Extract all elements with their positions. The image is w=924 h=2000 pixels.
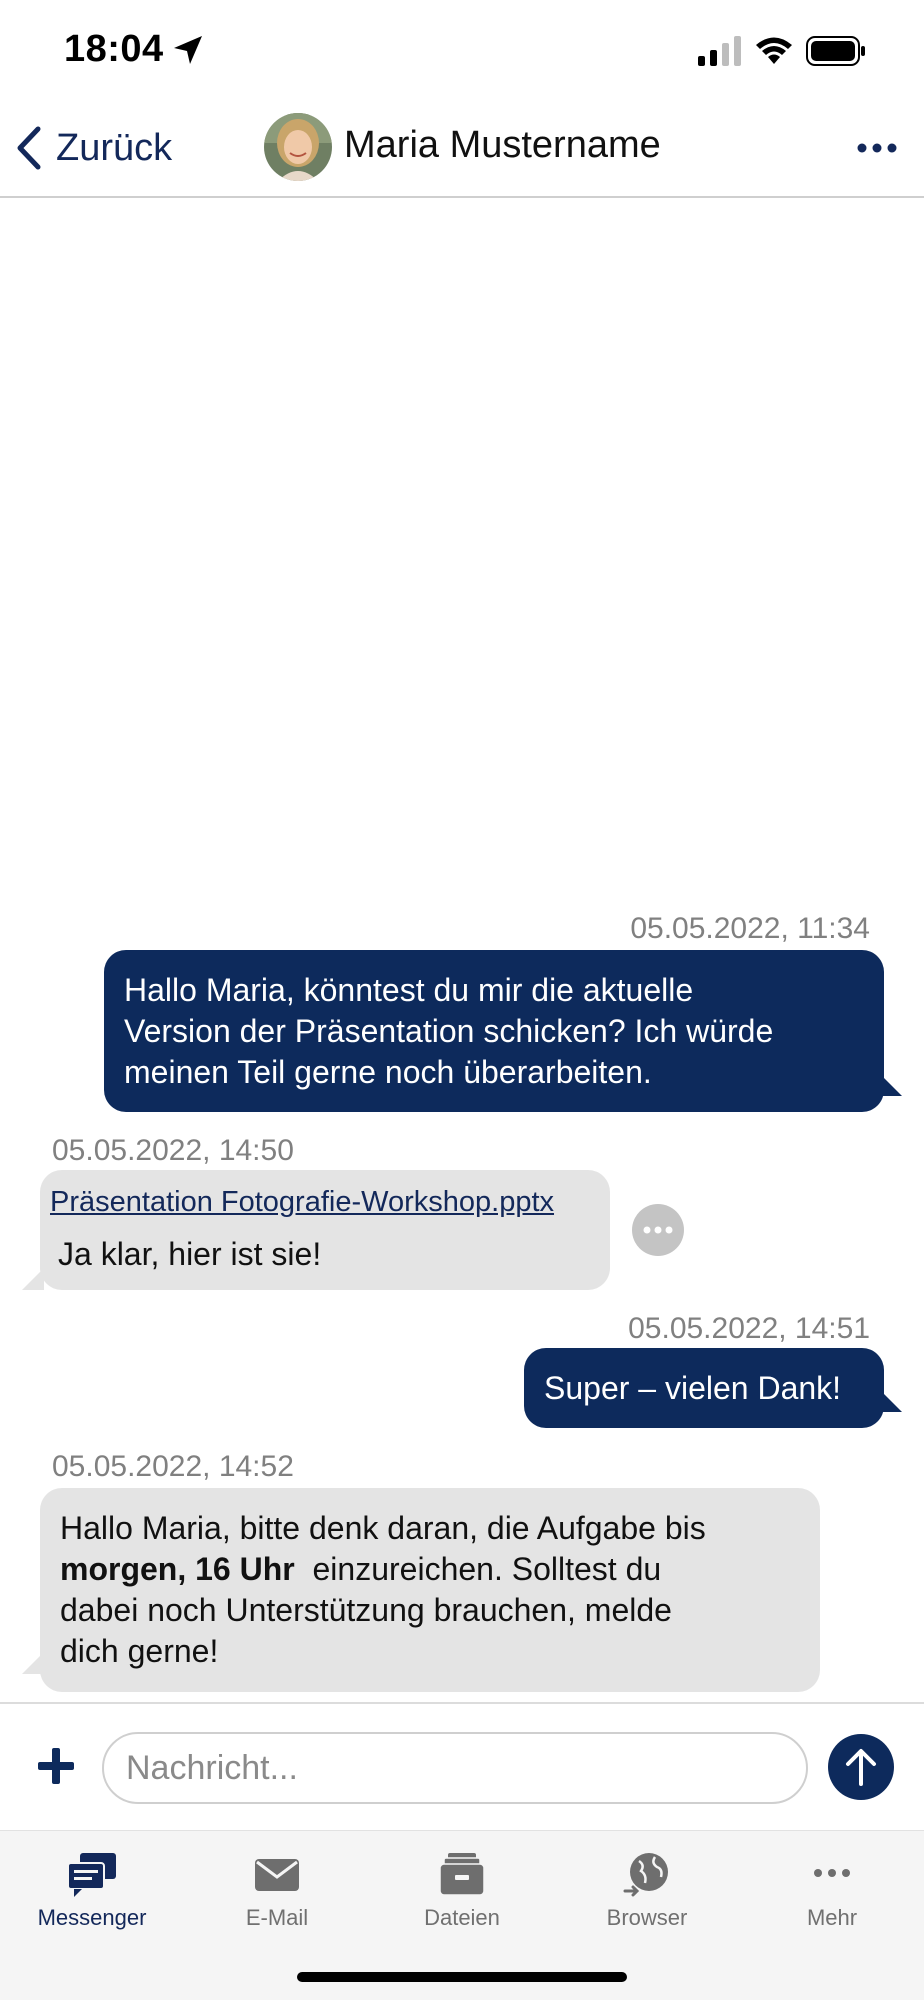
avatar-photo <box>264 113 332 181</box>
battery-icon <box>806 36 865 66</box>
more-options-icon[interactable] <box>852 128 902 168</box>
message-timestamp: 05.05.2022, 11:34 <box>630 912 870 945</box>
tab-label: Browser <box>606 1905 688 1930</box>
plus-icon[interactable] <box>34 1744 78 1788</box>
files-icon <box>439 1853 485 1896</box>
tab-email[interactable]: E-Mail <box>185 1831 369 1941</box>
message-input[interactable] <box>102 1732 808 1804</box>
outgoing-message[interactable]: Hallo Maria, könntest du mir die aktuell… <box>104 950 884 1112</box>
avatar[interactable] <box>264 113 332 181</box>
contact-name[interactable]: Maria Mustername <box>344 124 661 167</box>
message-timestamp: 05.05.2022, 14:51 <box>628 1312 870 1345</box>
tab-label: Messenger <box>37 1905 147 1930</box>
mail-icon <box>255 1859 299 1891</box>
attachment-link[interactable]: Präsentation Fotografie-Workshop.pptx <box>50 1184 600 1220</box>
attachment-options-button[interactable] <box>632 1204 684 1256</box>
message-text: meinen Teil gerne noch überarbeiten. <box>124 1054 652 1090</box>
status-time: 18:04 <box>64 28 164 70</box>
tab-label: Mehr <box>806 1905 858 1930</box>
messenger-icon <box>67 1853 116 1897</box>
message-text: Hallo Maria, könntest du mir die aktuell… <box>124 972 694 1008</box>
message-text-line: morgen, 16 Uhr einzureichen. Solltest du <box>60 1549 800 1590</box>
message-bold-text: morgen, 16 Uhr <box>60 1551 295 1587</box>
cellular-signal-icon <box>698 36 741 66</box>
incoming-message[interactable]: Präsentation Fotografie-Workshop.pptx Ja… <box>40 1170 610 1290</box>
tab-more[interactable]: Mehr <box>740 1831 924 1941</box>
message-timestamp: 05.05.2022, 14:52 <box>52 1450 294 1483</box>
message-composer <box>0 1702 924 1832</box>
tab-label: Dateien <box>424 1905 500 1930</box>
wifi-icon <box>756 37 792 64</box>
tab-browser[interactable]: Browser <box>555 1831 739 1941</box>
more-icon <box>814 1869 850 1877</box>
tab-messenger[interactable]: Messenger <box>0 1831 184 1941</box>
incoming-message[interactable]: Hallo Maria, bitte denk daran, die Aufga… <box>40 1488 820 1692</box>
back-button[interactable]: Zurück <box>14 122 172 174</box>
message-timestamp: 05.05.2022, 14:50 <box>52 1134 294 1167</box>
back-label: Zurück <box>56 126 173 169</box>
ellipsis-icon <box>643 1226 673 1234</box>
message-text: Ja klar, hier ist sie! <box>58 1236 322 1272</box>
bubble-tail <box>22 1652 44 1674</box>
location-arrow-icon <box>174 36 202 64</box>
home-indicator[interactable] <box>297 1972 627 1982</box>
status-bar: 18:04 <box>0 0 924 100</box>
bubble-tail <box>880 1390 902 1412</box>
globe-icon <box>623 1853 668 1897</box>
tab-files[interactable]: Dateien <box>370 1831 554 1941</box>
message-text: Hallo Maria, bitte denk daran, die Aufga… <box>60 1510 706 1546</box>
arrow-up-icon <box>846 1749 876 1786</box>
chevron-left-icon <box>17 126 41 170</box>
chat-screen: 18:04 Zurück Maria Mustername 05.05.2022… <box>0 0 924 2000</box>
message-text: einzureichen. Solltest du <box>312 1551 662 1587</box>
bubble-tail <box>22 1268 44 1290</box>
chat-header: Zurück Maria Mustername <box>0 100 924 198</box>
message-text: Super – vielen Dank! <box>544 1370 842 1406</box>
message-text: Version der Präsentation schicken? Ich w… <box>124 1013 774 1049</box>
outgoing-message[interactable]: Super – vielen Dank! <box>524 1348 884 1428</box>
bubble-tail <box>880 1074 902 1096</box>
send-button[interactable] <box>828 1734 894 1800</box>
message-text: dich gerne! <box>60 1633 219 1669</box>
tab-label: E-Mail <box>245 1905 309 1930</box>
message-text: dabei noch Unterstützung brauchen, melde <box>60 1592 672 1628</box>
